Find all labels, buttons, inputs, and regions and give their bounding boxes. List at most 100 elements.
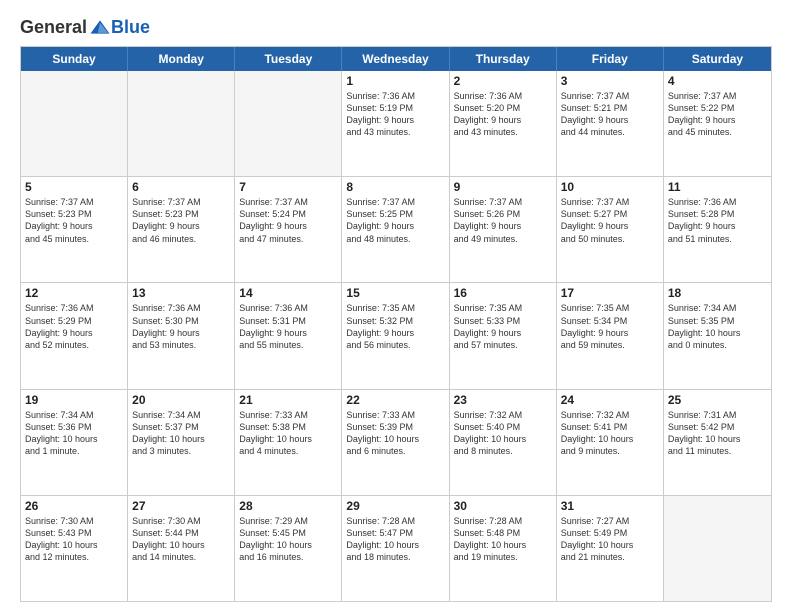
day-info: Sunrise: 7:27 AM Sunset: 5:49 PM Dayligh…	[561, 515, 659, 564]
header-day-tuesday: Tuesday	[235, 47, 342, 71]
cal-cell: 2Sunrise: 7:36 AM Sunset: 5:20 PM Daylig…	[450, 71, 557, 176]
cal-cell: 17 Sunrise: 7:35 AM Sunset: 5:34 PM Dayli…	[557, 283, 664, 388]
header-day-thursday: Thursday	[450, 47, 557, 71]
cal-cell: 5Sunrise: 7:37 AM Sunset: 5:23 PM Daylig…	[21, 177, 128, 282]
day-number: 10	[561, 180, 659, 194]
day-info: Sunrise: 7:35 AM Sunset: 5:33 PM Dayligh…	[454, 302, 552, 351]
day-info: Sunrise: 7:37 AM Sunset: 5:24 PM Dayligh…	[239, 196, 337, 245]
cal-cell: 24 Sunrise: 7:32 AM Sunset: 5:41 PM Dayli…	[557, 390, 664, 495]
cal-cell: 20 Sunrise: 7:34 AM Sunset: 5:37 PM Dayli…	[128, 390, 235, 495]
day-info: Sunrise: 7:33 AM Sunset: 5:39 PM Dayligh…	[346, 409, 444, 458]
day-number: 25	[668, 393, 767, 407]
cal-cell: 19Sunrise: 7:34 AM Sunset: 5:36 PM Dayli…	[21, 390, 128, 495]
cal-week-4: 19Sunrise: 7:34 AM Sunset: 5:36 PM Dayli…	[21, 389, 771, 495]
day-info: Sunrise: 7:35 AM Sunset: 5:34 PM Dayligh…	[561, 302, 659, 351]
day-number: 2	[454, 74, 552, 88]
day-info: Sunrise: 7:29 AM Sunset: 5:45 PM Dayligh…	[239, 515, 337, 564]
cal-cell: 11 Sunrise: 7:36 AM Sunset: 5:28 PM Dayli…	[664, 177, 771, 282]
header-day-monday: Monday	[128, 47, 235, 71]
logo-blue-label: Blue	[111, 17, 150, 38]
day-info: Sunrise: 7:34 AM Sunset: 5:36 PM Dayligh…	[25, 409, 123, 458]
calendar-header: SundayMondayTuesdayWednesdayThursdayFrid…	[21, 47, 771, 71]
day-info: Sunrise: 7:34 AM Sunset: 5:37 PM Dayligh…	[132, 409, 230, 458]
day-info: Sunrise: 7:32 AM Sunset: 5:40 PM Dayligh…	[454, 409, 552, 458]
cal-cell: 8 Sunrise: 7:37 AM Sunset: 5:25 PM Daylig…	[342, 177, 449, 282]
day-info: Sunrise: 7:30 AM Sunset: 5:43 PM Dayligh…	[25, 515, 123, 564]
cal-week-5: 26Sunrise: 7:30 AM Sunset: 5:43 PM Dayli…	[21, 495, 771, 601]
calendar: SundayMondayTuesdayWednesdayThursdayFrid…	[20, 46, 772, 602]
cal-week-1: 1Sunrise: 7:36 AM Sunset: 5:19 PM Daylig…	[21, 71, 771, 176]
day-number: 13	[132, 286, 230, 300]
day-number: 8	[346, 180, 444, 194]
day-info: Sunrise: 7:28 AM Sunset: 5:48 PM Dayligh…	[454, 515, 552, 564]
cal-cell: 13 Sunrise: 7:36 AM Sunset: 5:30 PM Dayli…	[128, 283, 235, 388]
logo-general-label: General	[20, 17, 87, 38]
day-number: 11	[668, 180, 767, 194]
cal-cell: 25 Sunrise: 7:31 AM Sunset: 5:42 PM Dayli…	[664, 390, 771, 495]
header-day-friday: Friday	[557, 47, 664, 71]
day-number: 6	[132, 180, 230, 194]
logo-text: General Blue	[20, 16, 150, 38]
calendar-body: 1Sunrise: 7:36 AM Sunset: 5:19 PM Daylig…	[21, 71, 771, 601]
cal-cell	[128, 71, 235, 176]
cal-cell: 28 Sunrise: 7:29 AM Sunset: 5:45 PM Dayli…	[235, 496, 342, 601]
cal-cell: 6Sunrise: 7:37 AM Sunset: 5:23 PM Daylig…	[128, 177, 235, 282]
day-number: 9	[454, 180, 552, 194]
header-day-saturday: Saturday	[664, 47, 771, 71]
day-number: 29	[346, 499, 444, 513]
cal-cell: 9 Sunrise: 7:37 AM Sunset: 5:26 PM Daylig…	[450, 177, 557, 282]
header-day-sunday: Sunday	[21, 47, 128, 71]
cal-cell: 14 Sunrise: 7:36 AM Sunset: 5:31 PM Dayli…	[235, 283, 342, 388]
day-number: 28	[239, 499, 337, 513]
cal-cell: 26Sunrise: 7:30 AM Sunset: 5:43 PM Dayli…	[21, 496, 128, 601]
day-number: 3	[561, 74, 659, 88]
page: General Blue SundayMondayTuesdayWednesda…	[0, 0, 792, 612]
day-info: Sunrise: 7:30 AM Sunset: 5:44 PM Dayligh…	[132, 515, 230, 564]
day-info: Sunrise: 7:36 AM Sunset: 5:29 PM Dayligh…	[25, 302, 123, 351]
day-info: Sunrise: 7:32 AM Sunset: 5:41 PM Dayligh…	[561, 409, 659, 458]
day-number: 20	[132, 393, 230, 407]
day-info: Sunrise: 7:36 AM Sunset: 5:28 PM Dayligh…	[668, 196, 767, 245]
day-number: 18	[668, 286, 767, 300]
day-info: Sunrise: 7:36 AM Sunset: 5:31 PM Dayligh…	[239, 302, 337, 351]
cal-cell: 18 Sunrise: 7:34 AM Sunset: 5:35 PM Dayli…	[664, 283, 771, 388]
cal-week-2: 5Sunrise: 7:37 AM Sunset: 5:23 PM Daylig…	[21, 176, 771, 282]
day-info: Sunrise: 7:36 AM Sunset: 5:30 PM Dayligh…	[132, 302, 230, 351]
day-number: 22	[346, 393, 444, 407]
day-info: Sunrise: 7:37 AM Sunset: 5:22 PM Dayligh…	[668, 90, 767, 139]
day-info: Sunrise: 7:37 AM Sunset: 5:25 PM Dayligh…	[346, 196, 444, 245]
day-number: 21	[239, 393, 337, 407]
cal-cell: 7Sunrise: 7:37 AM Sunset: 5:24 PM Daylig…	[235, 177, 342, 282]
day-info: Sunrise: 7:37 AM Sunset: 5:21 PM Dayligh…	[561, 90, 659, 139]
day-info: Sunrise: 7:37 AM Sunset: 5:26 PM Dayligh…	[454, 196, 552, 245]
cal-cell: 21 Sunrise: 7:33 AM Sunset: 5:38 PM Dayli…	[235, 390, 342, 495]
cal-cell	[21, 71, 128, 176]
day-number: 27	[132, 499, 230, 513]
day-number: 31	[561, 499, 659, 513]
day-info: Sunrise: 7:35 AM Sunset: 5:32 PM Dayligh…	[346, 302, 444, 351]
cal-cell: 30Sunrise: 7:28 AM Sunset: 5:48 PM Dayli…	[450, 496, 557, 601]
cal-cell: 16Sunrise: 7:35 AM Sunset: 5:33 PM Dayli…	[450, 283, 557, 388]
cal-cell: 27 Sunrise: 7:30 AM Sunset: 5:44 PM Dayli…	[128, 496, 235, 601]
logo-triangle-icon	[89, 16, 111, 38]
cal-cell: 23 Sunrise: 7:32 AM Sunset: 5:40 PM Dayli…	[450, 390, 557, 495]
cal-cell: 22 Sunrise: 7:33 AM Sunset: 5:39 PM Dayli…	[342, 390, 449, 495]
day-info: Sunrise: 7:34 AM Sunset: 5:35 PM Dayligh…	[668, 302, 767, 351]
cal-cell: 10Sunrise: 7:37 AM Sunset: 5:27 PM Dayli…	[557, 177, 664, 282]
day-number: 1	[346, 74, 444, 88]
cal-cell: 4 Sunrise: 7:37 AM Sunset: 5:22 PM Daylig…	[664, 71, 771, 176]
header-day-wednesday: Wednesday	[342, 47, 449, 71]
day-number: 23	[454, 393, 552, 407]
day-number: 24	[561, 393, 659, 407]
day-number: 15	[346, 286, 444, 300]
day-info: Sunrise: 7:28 AM Sunset: 5:47 PM Dayligh…	[346, 515, 444, 564]
day-number: 14	[239, 286, 337, 300]
cal-cell: 31 Sunrise: 7:27 AM Sunset: 5:49 PM Dayli…	[557, 496, 664, 601]
day-info: Sunrise: 7:33 AM Sunset: 5:38 PM Dayligh…	[239, 409, 337, 458]
day-number: 17	[561, 286, 659, 300]
day-info: Sunrise: 7:31 AM Sunset: 5:42 PM Dayligh…	[668, 409, 767, 458]
day-number: 4	[668, 74, 767, 88]
cal-cell: 29 Sunrise: 7:28 AM Sunset: 5:47 PM Dayli…	[342, 496, 449, 601]
day-number: 12	[25, 286, 123, 300]
cal-cell: 12 Sunrise: 7:36 AM Sunset: 5:29 PM Dayli…	[21, 283, 128, 388]
